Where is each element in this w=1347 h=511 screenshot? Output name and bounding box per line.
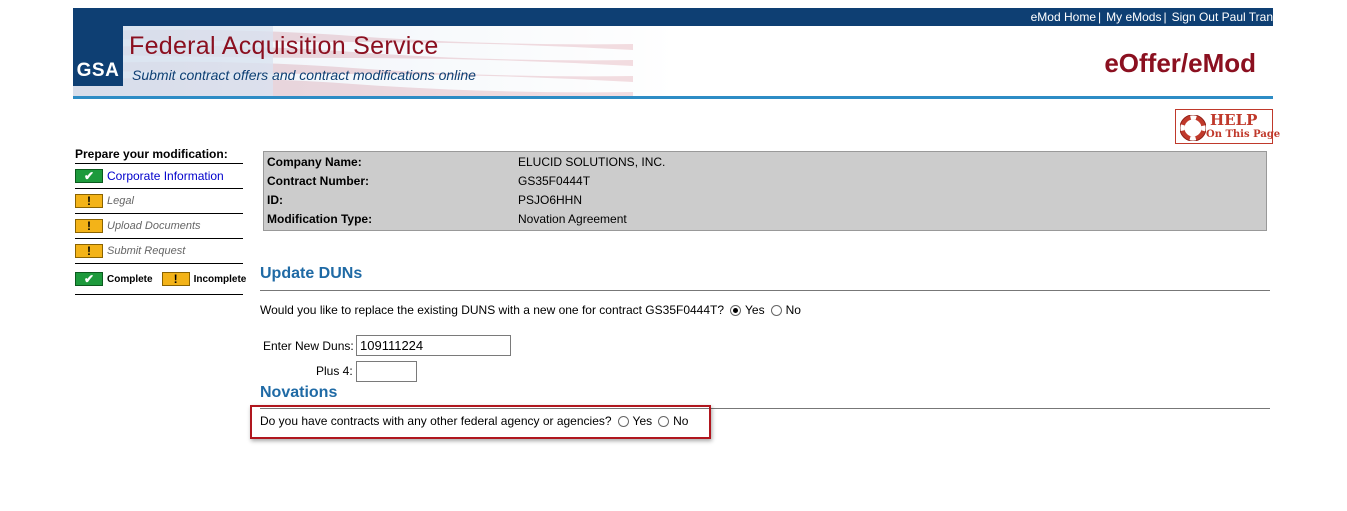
header-banner: GSA Federal Acquisition Service Submit c… bbox=[73, 26, 1273, 96]
header-divider bbox=[73, 96, 1273, 99]
plus4-label: Plus 4: bbox=[316, 364, 353, 378]
info-row-contract: Contract Number: GS35F0444T bbox=[267, 172, 1257, 191]
exclamation-icon: ! bbox=[75, 194, 103, 208]
exclamation-icon: ! bbox=[75, 244, 103, 258]
sidebar-item-corporate-information[interactable]: ✔ Corporate Information bbox=[75, 164, 243, 189]
id-label: ID: bbox=[267, 193, 283, 207]
new-duns-input[interactable] bbox=[356, 335, 511, 356]
sidebar-title: Prepare your modification: bbox=[75, 146, 243, 164]
contract-number-label: Contract Number: bbox=[267, 174, 370, 188]
link-separator: | bbox=[1163, 10, 1167, 24]
sidebar-item-label: Submit Request bbox=[107, 245, 186, 257]
info-row-id: ID: PSJO6HHN bbox=[267, 191, 1257, 210]
sidebar-item-legal: ! Legal bbox=[75, 189, 243, 214]
sidebar-item-label: Upload Documents bbox=[107, 220, 201, 232]
help-label: HELP bbox=[1210, 111, 1258, 129]
emod-home-link[interactable]: eMod Home bbox=[1031, 10, 1096, 24]
novations-heading: Novations bbox=[260, 384, 338, 401]
check-icon: ✔ bbox=[75, 169, 103, 183]
help-sublabel: On This Page bbox=[1206, 129, 1281, 140]
legend-complete-label: Complete bbox=[107, 273, 153, 285]
sidebar: Prepare your modification: ✔ Corporate I… bbox=[75, 146, 246, 295]
contract-info-table: Company Name: ELUCID SOLUTIONS, INC. Con… bbox=[263, 151, 1267, 231]
my-emods-link[interactable]: My eMods bbox=[1106, 10, 1161, 24]
company-name-value: ELUCID SOLUTIONS, INC. bbox=[518, 155, 666, 169]
help-on-this-page-button[interactable]: HELP On This Page bbox=[1175, 109, 1280, 144]
sidebar-item-upload-documents: ! Upload Documents bbox=[75, 214, 243, 239]
link-separator: | bbox=[1098, 10, 1102, 24]
agency-subtitle: Submit contract offers and contract modi… bbox=[132, 67, 476, 83]
company-name-label: Company Name: bbox=[267, 155, 362, 169]
duns-no-label: No bbox=[785, 303, 801, 317]
exclamation-icon: ! bbox=[161, 272, 190, 286]
duns-yes-radio[interactable] bbox=[730, 304, 742, 316]
exclamation-icon: ! bbox=[75, 219, 103, 233]
duns-question: Would you like to replace the existing D… bbox=[260, 303, 725, 317]
contract-number-value: GS35F0444T bbox=[518, 174, 591, 188]
highlight-annotation-box bbox=[250, 405, 711, 439]
sidebar-item-submit-request: ! Submit Request bbox=[75, 239, 243, 264]
info-row-company: Company Name: ELUCID SOLUTIONS, INC. bbox=[267, 153, 1257, 172]
info-row-modtype: Modification Type: Novation Agreement bbox=[267, 210, 1257, 229]
modification-type-value: Novation Agreement bbox=[518, 212, 627, 226]
top-navigation-bar: eMod Home | My eMods | Sign Out Paul Tran bbox=[73, 8, 1273, 26]
status-legend: ✔ Complete ! Incomplete bbox=[75, 264, 246, 295]
lifering-icon bbox=[1180, 115, 1206, 141]
new-duns-label: Enter New Duns: bbox=[263, 339, 354, 353]
modification-type-label: Modification Type: bbox=[267, 212, 373, 226]
sign-out-link[interactable]: Sign Out Paul Tran bbox=[1172, 10, 1273, 24]
id-value: PSJO6HHN bbox=[518, 193, 583, 207]
duns-yes-label: Yes bbox=[745, 303, 765, 317]
gsa-logo-text: GSA bbox=[76, 60, 120, 81]
legend-incomplete-label: Incomplete bbox=[193, 273, 247, 285]
gsa-logo: GSA bbox=[73, 26, 123, 86]
sidebar-item-label[interactable]: Corporate Information bbox=[107, 169, 224, 183]
section-divider bbox=[260, 290, 1270, 291]
plus4-input[interactable] bbox=[356, 361, 417, 382]
duns-question-row: Would you like to replace the existing D… bbox=[260, 301, 801, 319]
sidebar-item-label: Legal bbox=[107, 195, 134, 207]
agency-title: Federal Acquisition Service bbox=[129, 32, 439, 60]
update-duns-heading: Update DUNs bbox=[260, 265, 363, 282]
check-icon: ✔ bbox=[75, 272, 103, 286]
duns-no-radio[interactable] bbox=[770, 304, 782, 316]
top-links: eMod Home | My eMods | Sign Out Paul Tran bbox=[1031, 8, 1273, 26]
app-title: eOffer/eMod bbox=[1104, 48, 1256, 78]
